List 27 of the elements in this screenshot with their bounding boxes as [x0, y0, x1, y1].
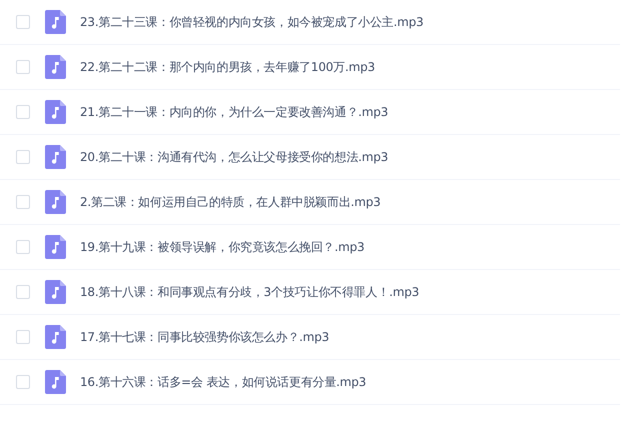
music-file-icon — [45, 370, 66, 394]
checkbox[interactable] — [16, 60, 30, 74]
checkbox[interactable] — [16, 240, 30, 254]
checkbox[interactable] — [16, 285, 30, 299]
checkbox[interactable] — [16, 150, 30, 164]
checkbox[interactable] — [16, 15, 30, 29]
music-file-icon — [45, 100, 66, 124]
music-file-icon — [45, 280, 66, 304]
checkbox[interactable] — [16, 195, 30, 209]
file-name[interactable]: 22.第二十二课：那个内向的男孩，去年赚了100万.mp3 — [80, 58, 375, 76]
checkbox[interactable] — [16, 105, 30, 119]
file-name[interactable]: 23.第二十三课：你曾轻视的内向女孩，如今被宠成了小公主.mp3 — [80, 14, 424, 30]
file-name[interactable]: 18.第十八课：和同事观点有分歧，3个技巧让你不得罪人！.mp3 — [80, 284, 420, 300]
file-name[interactable]: 17.第十七课：同事比较强势你该怎么办？.mp3 — [80, 328, 330, 346]
music-file-icon — [45, 145, 66, 169]
file-name[interactable]: 19.第十九课：被领导误解，你究竟该怎么挽回？.mp3 — [80, 238, 364, 256]
music-file-icon — [45, 10, 66, 34]
music-file-icon — [45, 190, 66, 214]
file-name[interactable]: 16.第十六课：话多=会 表达，如何说话更有分量.mp3 — [80, 374, 366, 390]
file-name[interactable]: 2.第二课：如何运用自己的特质，在人群中脱颖而出.mp3 — [80, 194, 381, 210]
file-name[interactable]: 20.第二十课：沟通有代沟，怎么让父母接受你的想法.mp3 — [80, 148, 388, 166]
music-file-icon — [45, 325, 66, 349]
music-file-icon — [45, 55, 66, 79]
checkbox[interactable] — [16, 375, 30, 389]
music-file-icon — [45, 235, 66, 259]
file-name[interactable]: 21.第二十一课：内向的你，为什么一定要改善沟通？.mp3 — [80, 104, 388, 120]
checkbox[interactable] — [16, 330, 30, 344]
